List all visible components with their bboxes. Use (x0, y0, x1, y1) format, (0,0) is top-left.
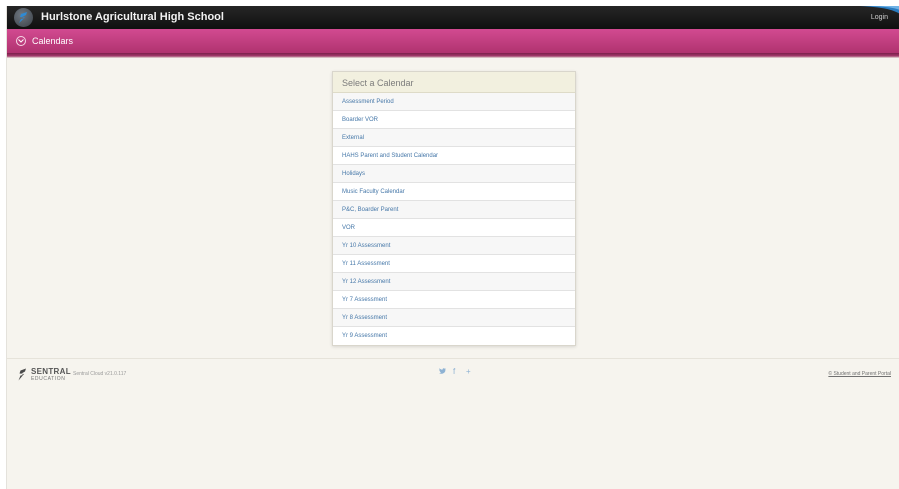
calendar-item-yr11-assessment[interactable]: Yr 11 Assessment (333, 255, 575, 273)
school-name: Hurlstone Agricultural High School (41, 11, 224, 23)
brand-swoosh-decoration (860, 6, 899, 14)
facebook-icon[interactable]: f (453, 367, 455, 376)
section-bar: Calendars (7, 29, 899, 53)
google-plus-icon[interactable]: + (466, 367, 471, 376)
section-bar-shadow (7, 53, 899, 58)
footer-version: Sentral Cloud v21.0.117 (73, 371, 127, 377)
calendar-item-holidays[interactable]: Holidays (333, 165, 575, 183)
sentral-s-logo-icon (14, 8, 33, 27)
student-parent-portal-link[interactable]: © Student and Parent Portal (828, 371, 891, 377)
calendar-item-music-faculty[interactable]: Music Faculty Calendar (333, 183, 575, 201)
app-frame: Hurlstone Agricultural High School Login… (6, 6, 899, 489)
chevron-down-circle-icon[interactable] (16, 36, 26, 46)
calendar-select-panel: Select a Calendar Assessment Period Boar… (332, 71, 576, 346)
footer-divider (7, 358, 899, 359)
calendar-item-yr12-assessment[interactable]: Yr 12 Assessment (333, 273, 575, 291)
section-title[interactable]: Calendars (32, 36, 73, 46)
sentral-footer-logo-icon (18, 368, 26, 381)
calendar-item-yr7-assessment[interactable]: Yr 7 Assessment (333, 291, 575, 309)
calendar-item-yr10-assessment[interactable]: Yr 10 Assessment (333, 237, 575, 255)
calendar-item-assessment-period[interactable]: Assessment Period (333, 93, 575, 111)
panel-title: Select a Calendar (333, 72, 575, 93)
twitter-icon[interactable] (439, 367, 446, 376)
calendar-item-external[interactable]: External (333, 129, 575, 147)
calendar-item-pc-boarder-parent[interactable]: P&C, Boarder Parent (333, 201, 575, 219)
calendar-item-vor[interactable]: VOR (333, 219, 575, 237)
calendar-item-boarder-vor[interactable]: Boarder VOR (333, 111, 575, 129)
calendar-item-hahs-parent-student[interactable]: HAHS Parent and Student Calendar (333, 147, 575, 165)
login-link[interactable]: Login (871, 14, 888, 21)
calendar-list: Assessment Period Boarder VOR External H… (333, 93, 575, 345)
footer-brand-name: SENTRAL (31, 367, 71, 376)
footer-brand-subtitle: EDUCATION (31, 376, 66, 382)
calendar-item-yr9-assessment[interactable]: Yr 9 Assessment (333, 327, 575, 345)
top-navigation-bar: Hurlstone Agricultural High School Login (7, 6, 899, 29)
calendar-item-yr8-assessment[interactable]: Yr 8 Assessment (333, 309, 575, 327)
